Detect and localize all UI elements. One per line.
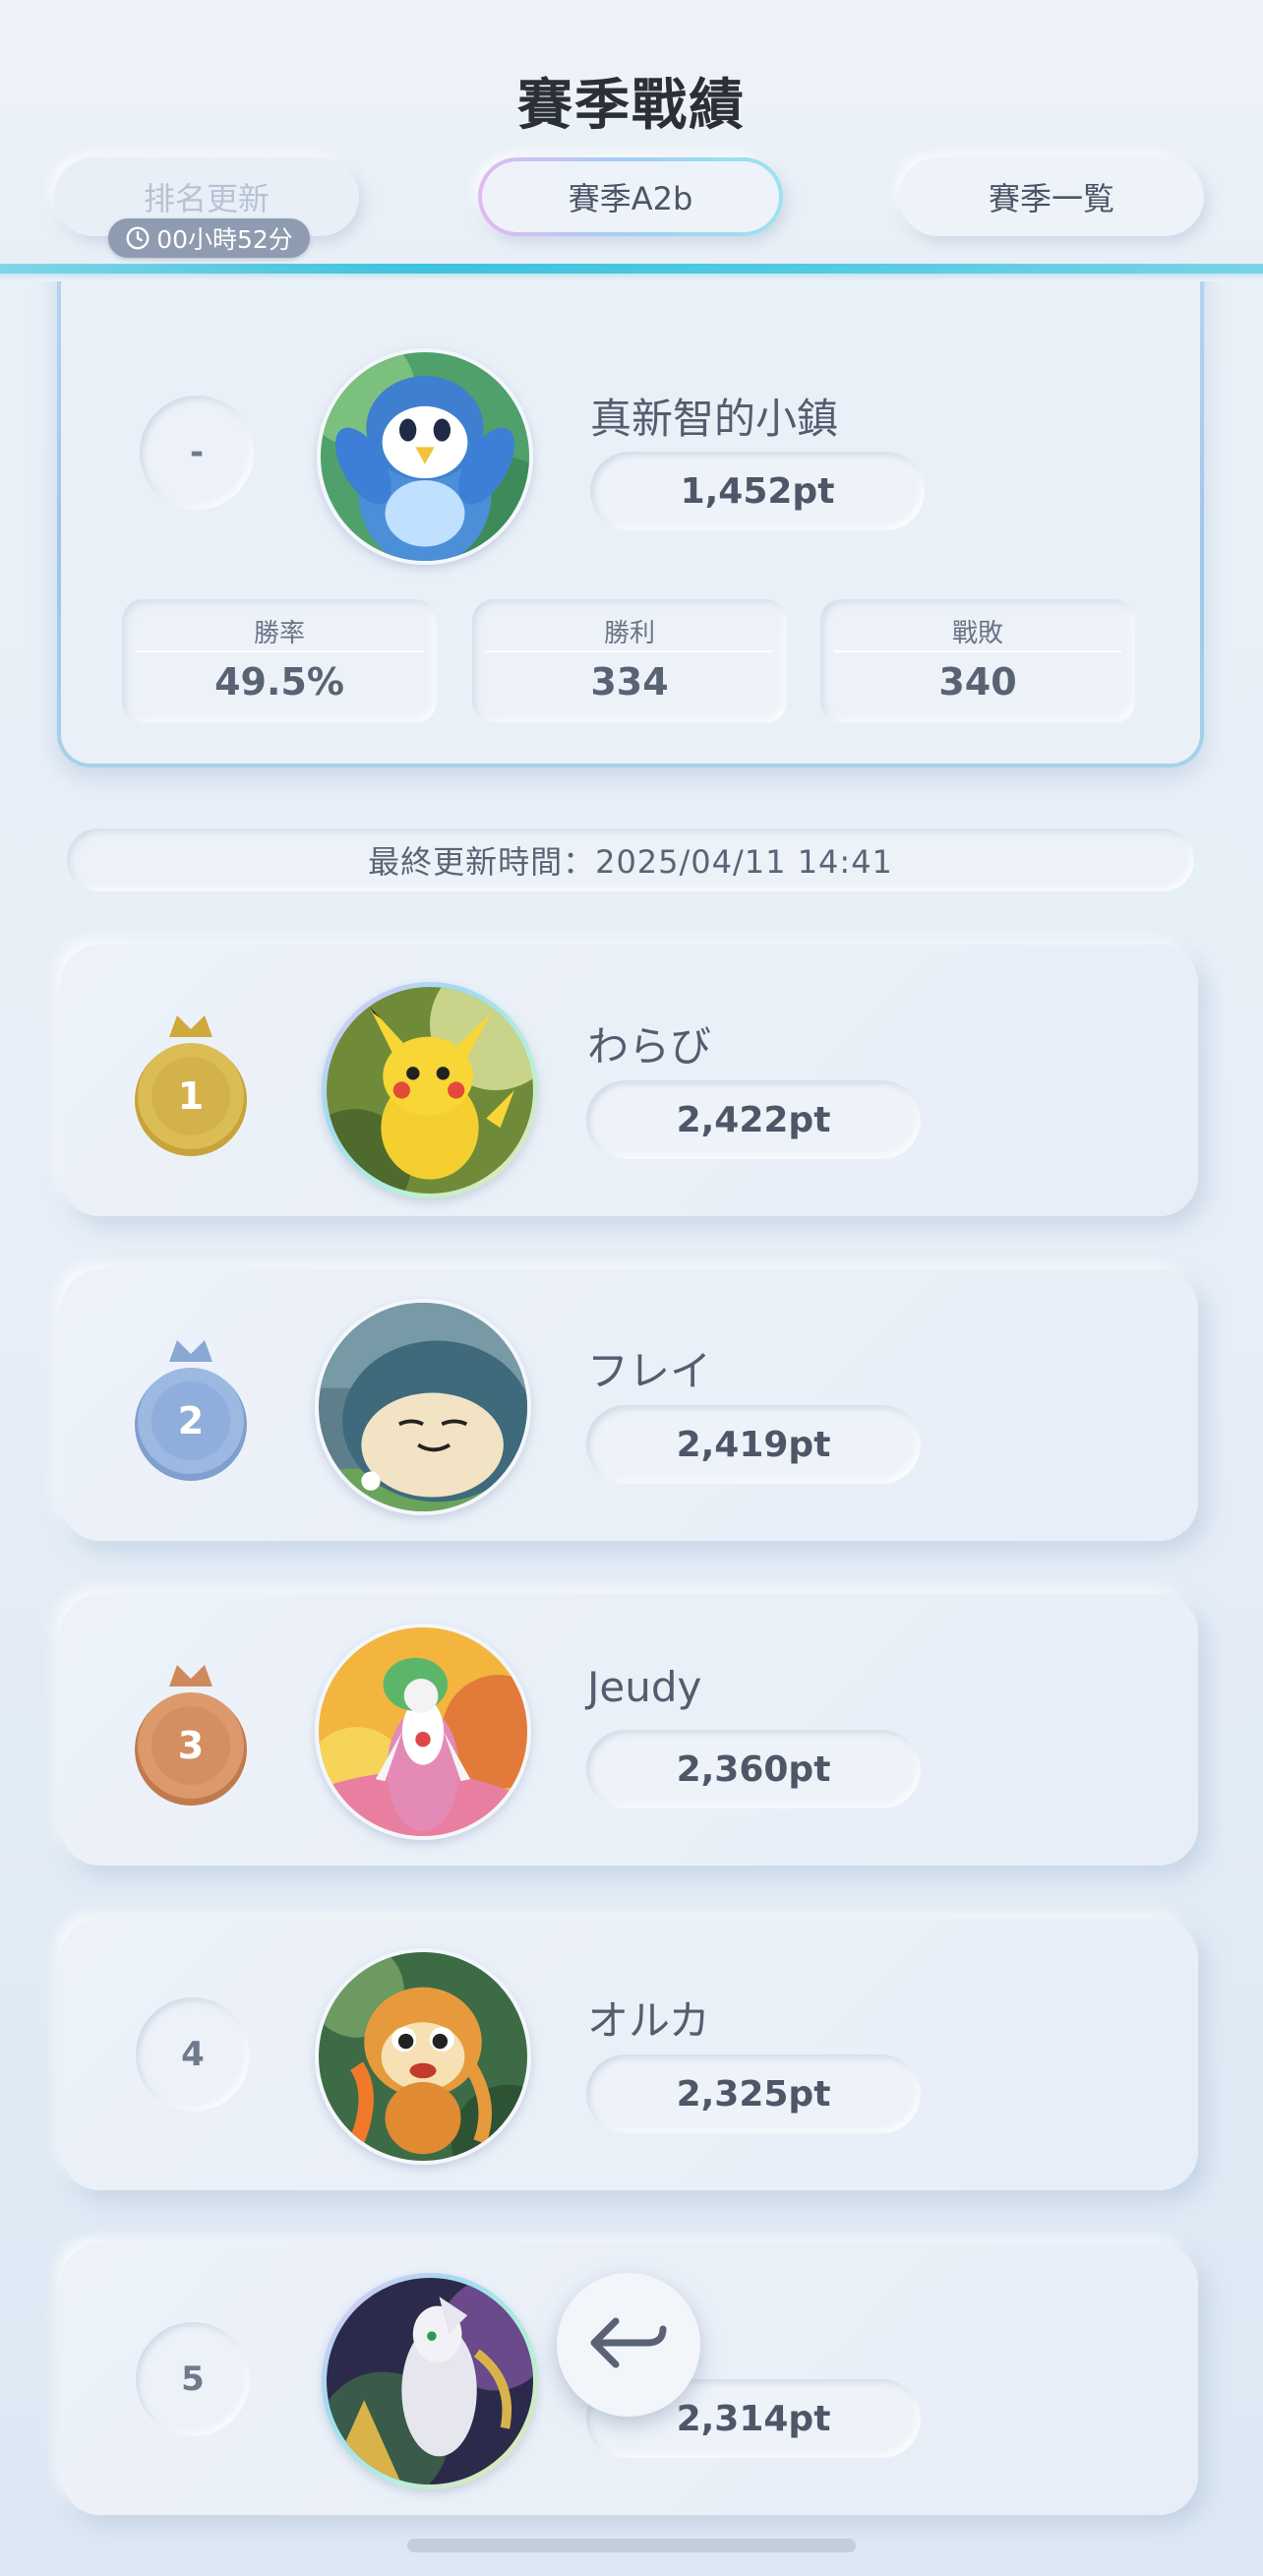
player-name: わらび bbox=[587, 1022, 712, 1071]
losses-stat: 戰敗 340 bbox=[820, 599, 1135, 723]
player-points: 2,325pt bbox=[586, 2055, 921, 2133]
header: 賽季戰績 排名更新 賽季A2b 賽季一覧 00小時52分 bbox=[0, 0, 1263, 281]
player-points: 2,419pt bbox=[586, 1405, 921, 1484]
losses-value: 340 bbox=[938, 660, 1017, 704]
pikachu-avatar[interactable] bbox=[322, 982, 538, 1198]
season-list-button[interactable]: 賽季一覧 bbox=[899, 157, 1204, 236]
win-rate-stat: 勝率 49.5% bbox=[122, 599, 437, 723]
season-selector-button[interactable]: 賽季A2b bbox=[478, 157, 783, 236]
rank-number: 2 bbox=[178, 1399, 204, 1442]
home-indicator bbox=[407, 2539, 856, 2552]
rank-number: 1 bbox=[178, 1074, 204, 1118]
back-button[interactable] bbox=[557, 2273, 700, 2417]
ranking-row[interactable]: 4 オルカ 2,325pt bbox=[61, 1919, 1198, 2190]
page-title: 賽季戰績 bbox=[517, 74, 746, 138]
wins-value: 334 bbox=[590, 660, 669, 704]
rank-badge: 4 bbox=[136, 1997, 250, 2112]
stat-divider bbox=[486, 650, 773, 652]
player-points: 2,360pt bbox=[586, 1730, 921, 1809]
ranking-row[interactable]: 2 フレイ 2,419pt bbox=[61, 1269, 1198, 1541]
rank-badge: 5 bbox=[136, 2322, 250, 2436]
rank-number: 3 bbox=[178, 1724, 204, 1767]
player-name: オルカ bbox=[587, 1996, 710, 2045]
bronze-medal-icon: 3 bbox=[130, 1655, 252, 1812]
header-divider-glow bbox=[0, 274, 1263, 281]
blue-medal-icon: 2 bbox=[130, 1330, 252, 1488]
timer-text: 00小時52分 bbox=[156, 225, 293, 254]
my-stats-card: - 真新智的小鎮 1,452pt 勝率 49.5% 勝利 334 戰敗 340 bbox=[57, 246, 1204, 767]
my-player-name: 真新智的小鎮 bbox=[590, 395, 839, 443]
wins-label: 勝利 bbox=[603, 619, 655, 648]
player-name: フレイ bbox=[587, 1347, 712, 1395]
clock-icon bbox=[126, 226, 150, 250]
return-arrow-icon bbox=[590, 2317, 667, 2368]
arceus-avatar[interactable] bbox=[322, 2273, 538, 2489]
win-rate-label: 勝率 bbox=[253, 619, 305, 648]
piplup-avatar[interactable] bbox=[317, 348, 533, 565]
stat-divider bbox=[136, 650, 423, 652]
wins-stat: 勝利 334 bbox=[472, 599, 787, 723]
losses-label: 戰敗 bbox=[951, 619, 1003, 648]
header-divider bbox=[0, 264, 1263, 274]
update-timer-badge: 00小時52分 bbox=[108, 218, 310, 258]
ranking-row[interactable]: 1 わらび 2,422pt bbox=[61, 945, 1198, 1216]
player-points: 2,422pt bbox=[586, 1080, 921, 1159]
ranking-row[interactable]: 3 Jeudy 2,360pt bbox=[61, 1594, 1198, 1866]
gardevoir-avatar[interactable] bbox=[315, 1624, 531, 1840]
chimchar-avatar[interactable] bbox=[315, 1948, 531, 2165]
gold-medal-icon: 1 bbox=[130, 1006, 252, 1163]
snorlax-avatar[interactable] bbox=[315, 1299, 531, 1515]
last-updated-bar: 最終更新時間：2025/04/11 14:41 bbox=[67, 828, 1194, 891]
my-rank-badge: - bbox=[140, 396, 254, 510]
stat-divider bbox=[834, 650, 1121, 652]
player-name: Jeudy bbox=[587, 1663, 702, 1711]
my-points: 1,452pt bbox=[590, 452, 925, 530]
win-rate-value: 49.5% bbox=[214, 660, 344, 704]
